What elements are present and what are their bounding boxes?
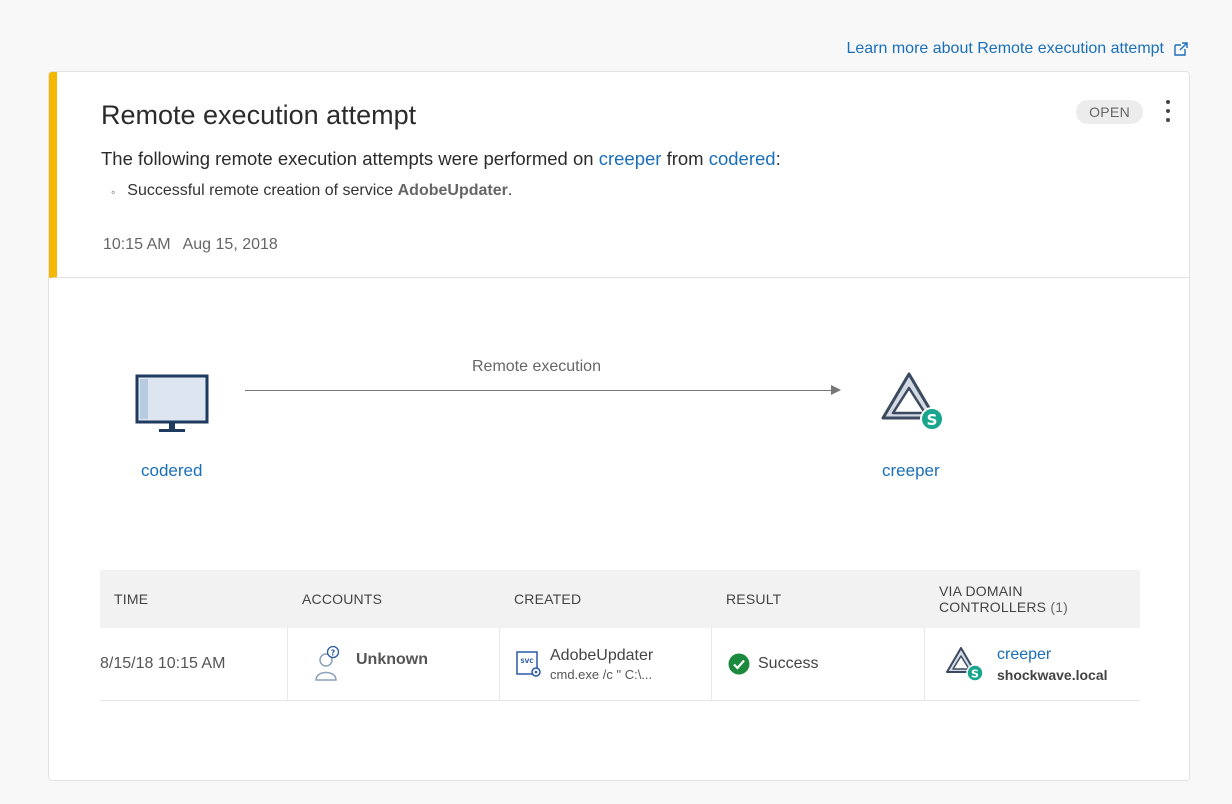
learn-more-link[interactable]: Learn more about Remote execution attemp…: [846, 40, 1190, 58]
activity-table: TIME ACCOUNTS CREATED RESULT VIA DOMAIN …: [100, 570, 1140, 701]
unknown-user-icon: ?: [315, 646, 340, 681]
alert-date: Aug 15, 2018: [182, 236, 278, 253]
svg-text:?: ?: [331, 649, 336, 658]
edge-line: [245, 390, 835, 391]
dc-info: creeper shockwave.local: [997, 646, 1108, 683]
service-name: AdobeUpdater: [397, 182, 508, 199]
bullet-icon: ◦: [111, 185, 116, 199]
cell-time: 8/15/18 10:15 AM: [100, 628, 288, 700]
target-computer-link[interactable]: creeper: [882, 461, 940, 481]
desc-suffix: :: [775, 148, 781, 169]
activity-diagram: codered Remote execution S creeper: [49, 278, 1189, 568]
alert-title: Remote execution attempt: [101, 100, 417, 130]
domain-controller-icon: S: [946, 647, 984, 682]
more-options-icon[interactable]: [1161, 100, 1175, 126]
bullet-prefix: Successful remote creation of service: [127, 182, 398, 199]
alert-description: The following remote execution attempts …: [101, 148, 781, 170]
alert-time: 10:15 AM: [103, 236, 171, 253]
row-account: Unknown: [356, 651, 428, 668]
source-computer-link[interactable]: codered: [141, 461, 202, 481]
target-link[interactable]: creeper: [599, 148, 662, 169]
desc-middle: from: [661, 148, 709, 169]
col-accounts: ACCOUNTS: [302, 591, 383, 607]
success-check-icon: [728, 653, 750, 675]
alert-card: Remote execution attempt OPEN The follow…: [48, 71, 1190, 781]
status-badge: OPEN: [1076, 100, 1143, 124]
cell-result: Success: [712, 628, 925, 700]
alert-timestamp: 10:15 AM Aug 15, 2018: [103, 236, 278, 254]
table-header: TIME ACCOUNTS CREATED RESULT VIA DOMAIN …: [100, 570, 1140, 628]
created-info: AdobeUpdater cmd.exe /c " C:\...: [550, 647, 653, 682]
row-created-name: AdobeUpdater: [550, 646, 654, 664]
row-created-cmd: cmd.exe /c " C:\...: [550, 666, 653, 682]
domain-controller-icon: S: [881, 372, 944, 431]
service-icon: SVC: [516, 651, 541, 677]
alert-header: Remote execution attempt OPEN The follow…: [49, 72, 1189, 278]
col-created: CREATED: [514, 591, 582, 607]
cell-domain-controller: S creeper shockwave.local: [925, 628, 1140, 700]
col-via-dc-label: CONTROLLERS: [939, 599, 1047, 615]
table-row: 8/15/18 10:15 AM ? Unknown SVC AdobeUpda…: [100, 628, 1140, 701]
source-link[interactable]: codered: [709, 148, 776, 169]
learn-more-label: Learn more about Remote execution attemp…: [846, 40, 1164, 57]
col-result: RESULT: [726, 591, 782, 607]
external-link-icon: [1174, 42, 1188, 56]
row-dc-domain: shockwave.local: [997, 666, 1108, 683]
col-via-dc-count: (1): [1050, 599, 1069, 615]
col-time: TIME: [114, 591, 149, 607]
row-dc-link[interactable]: creeper: [997, 646, 1108, 664]
col-via-dc-line2: CONTROLLERS (1): [939, 599, 1140, 615]
bullet-text: Successful remote creation of service Ad…: [127, 182, 512, 202]
monitor-icon: [135, 374, 209, 432]
col-via-dc-line1: VIA DOMAIN: [939, 583, 1023, 599]
row-time: 8/15/18 10:15 AM: [100, 655, 226, 672]
svg-text:S: S: [927, 411, 938, 429]
arrow-head-icon: [831, 385, 841, 395]
bullet-suffix: .: [507, 182, 513, 199]
cell-account[interactable]: ? Unknown: [288, 628, 500, 700]
svg-text:SVC: SVC: [520, 658, 534, 665]
svg-text:S: S: [971, 668, 979, 681]
row-result: Success: [758, 655, 819, 672]
col-via-dc: VIA DOMAIN CONTROLLERS (1): [925, 583, 1140, 615]
cell-created: SVC AdobeUpdater cmd.exe /c " C:\...: [500, 628, 712, 700]
detail-bullet: ◦ Successful remote creation of service …: [111, 182, 512, 202]
desc-prefix: The following remote execution attempts …: [101, 148, 599, 169]
edge-label: Remote execution: [472, 358, 601, 375]
